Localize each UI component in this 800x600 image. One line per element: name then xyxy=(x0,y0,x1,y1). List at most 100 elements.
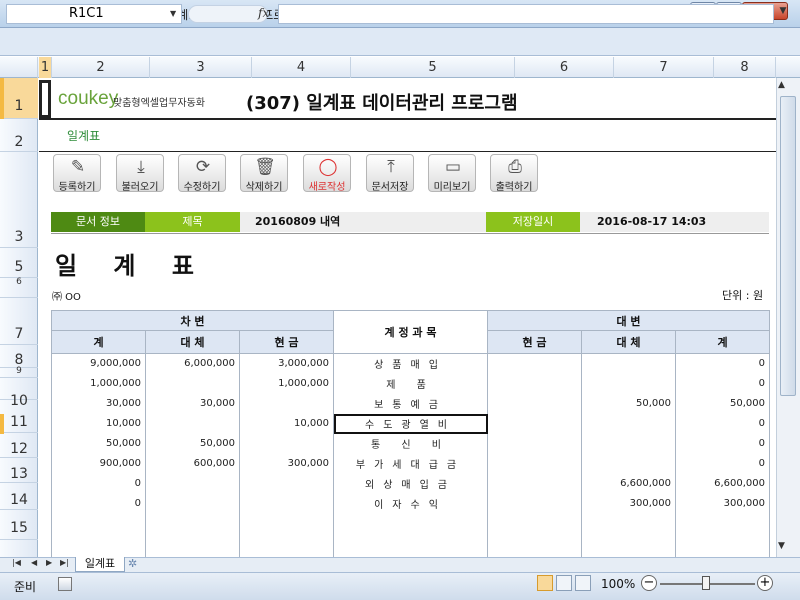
name-box[interactable]: R1C1 xyxy=(6,4,182,24)
scroll-down-icon[interactable]: ▼ xyxy=(778,541,785,551)
credit-cash-cell[interactable] xyxy=(487,353,582,374)
credit-cash-cell[interactable] xyxy=(487,453,582,474)
column-header[interactable]: 2 xyxy=(52,57,150,78)
credit-total-cell[interactable]: 300,000 xyxy=(675,493,770,514)
debit-cash-cell[interactable] xyxy=(239,433,334,454)
formula-input[interactable] xyxy=(278,4,774,24)
account-cell[interactable]: 상품매입 xyxy=(333,353,488,374)
debit-transfer-cell[interactable]: 6,000,000 xyxy=(145,353,240,374)
page-break-view-button[interactable] xyxy=(575,575,591,591)
debit-total-cell[interactable]: 9,000,000 xyxy=(51,353,146,374)
account-cell[interactable]: 제 품 xyxy=(333,373,488,394)
credit-total-cell[interactable]: 0 xyxy=(675,413,770,434)
credit-transfer-cell[interactable]: 50,000 xyxy=(581,393,676,414)
debit-total-cell[interactable]: 50,000 xyxy=(51,433,146,454)
credit-cash-cell[interactable] xyxy=(487,493,582,514)
sheet-tab-active[interactable]: 일계표 xyxy=(75,557,125,572)
scroll-up-icon[interactable]: ▲ xyxy=(778,80,785,90)
column-header[interactable]: 4 xyxy=(252,57,351,78)
debit-cash-cell[interactable] xyxy=(239,473,334,494)
credit-cash-cell[interactable] xyxy=(487,393,582,414)
credit-cash-cell[interactable] xyxy=(487,373,582,394)
horizontal-scrollbar[interactable] xyxy=(150,558,776,571)
empty-cell[interactable] xyxy=(675,513,770,557)
row-header[interactable]: 6 xyxy=(0,278,38,298)
zoom-in-button[interactable]: + xyxy=(757,575,773,591)
debit-total-cell[interactable]: 30,000 xyxy=(51,393,146,414)
debit-transfer-cell[interactable] xyxy=(145,413,240,434)
row-header[interactable]: 10 xyxy=(0,378,38,409)
prev-sheet-icon[interactable]: ◀ xyxy=(31,558,37,567)
empty-cell[interactable] xyxy=(239,513,334,557)
select-all-corner[interactable] xyxy=(0,57,38,78)
row-header[interactable]: 14 xyxy=(0,483,38,510)
debit-total-cell[interactable]: 900,000 xyxy=(51,453,146,474)
column-header[interactable]: 5 xyxy=(351,57,515,78)
column-header[interactable]: 1 xyxy=(39,57,52,78)
column-header[interactable]: 3 xyxy=(150,57,252,78)
column-header[interactable]: 7 xyxy=(614,57,714,78)
empty-cell[interactable] xyxy=(51,513,146,557)
credit-cash-cell[interactable] xyxy=(487,413,582,434)
first-sheet-icon[interactable]: |◀ xyxy=(12,558,21,567)
page-layout-view-button[interactable] xyxy=(556,575,572,591)
zoom-level[interactable]: 100% xyxy=(601,577,635,591)
subject-value[interactable]: 20160809 내역 xyxy=(255,212,340,232)
debit-cash-cell[interactable] xyxy=(239,493,334,514)
zoom-slider-thumb[interactable] xyxy=(702,576,710,590)
saved-at-value[interactable]: 2016-08-17 14:03 xyxy=(597,212,706,232)
account-cell[interactable]: 부가세대급금 xyxy=(333,453,488,474)
debit-transfer-cell[interactable]: 50,000 xyxy=(145,433,240,454)
empty-cell[interactable] xyxy=(487,513,582,557)
debit-cash-cell[interactable]: 3,000,000 xyxy=(239,353,334,374)
credit-transfer-cell[interactable] xyxy=(581,433,676,454)
credit-total-cell[interactable]: 0 xyxy=(675,453,770,474)
credit-transfer-cell[interactable]: 300,000 xyxy=(581,493,676,514)
row-header[interactable]: 1 xyxy=(0,78,38,119)
credit-total-cell[interactable]: 0 xyxy=(675,373,770,394)
debit-total-cell[interactable]: 0 xyxy=(51,473,146,494)
expand-formula-icon[interactable]: ▼ xyxy=(776,6,790,22)
company-name[interactable]: ㈜ OO xyxy=(52,288,81,303)
account-cell[interactable]: 수도광열비 xyxy=(333,413,488,434)
empty-cell[interactable] xyxy=(581,513,676,557)
insert-sheet-icon[interactable]: ✲ xyxy=(128,557,137,570)
credit-transfer-cell[interactable]: 6,600,000 xyxy=(581,473,676,494)
row-header[interactable]: 2 xyxy=(0,119,38,152)
row-header[interactable]: 12 xyxy=(0,433,38,458)
credit-transfer-cell[interactable] xyxy=(581,353,676,374)
debit-cash-cell[interactable]: 10,000 xyxy=(239,413,334,434)
insert-function-icon[interactable]: fx xyxy=(258,6,269,20)
debit-cash-cell[interactable]: 1,000,000 xyxy=(239,373,334,394)
debit-total-cell[interactable]: 10,000 xyxy=(51,413,146,434)
credit-total-cell[interactable]: 50,000 xyxy=(675,393,770,414)
credit-total-cell[interactable]: 0 xyxy=(675,433,770,454)
debit-transfer-cell[interactable]: 30,000 xyxy=(145,393,240,414)
credit-total-cell[interactable]: 6,600,000 xyxy=(675,473,770,494)
row-header[interactable]: 11 xyxy=(0,400,38,433)
chevron-down-icon[interactable]: ▼ xyxy=(170,9,176,18)
credit-total-cell[interactable]: 0 xyxy=(675,353,770,374)
account-cell[interactable]: 보통예금 xyxy=(333,393,488,414)
column-header[interactable]: 6 xyxy=(515,57,614,78)
zoom-out-button[interactable]: − xyxy=(641,575,657,591)
credit-cash-cell[interactable] xyxy=(487,433,582,454)
credit-transfer-cell[interactable] xyxy=(581,413,676,434)
row-header[interactable]: 7 xyxy=(0,298,38,345)
row-header[interactable]: 3 xyxy=(0,152,38,248)
debit-transfer-cell[interactable] xyxy=(145,473,240,494)
debit-transfer-cell[interactable] xyxy=(145,493,240,514)
debit-cash-cell[interactable]: 300,000 xyxy=(239,453,334,474)
empty-cell[interactable] xyxy=(333,513,488,557)
account-cell[interactable]: 통 신 비 xyxy=(333,433,488,454)
macro-record-icon[interactable] xyxy=(58,577,72,591)
debit-transfer-cell[interactable] xyxy=(145,373,240,394)
account-cell[interactable]: 외상매입금 xyxy=(333,473,488,494)
row-header[interactable]: 9 xyxy=(0,367,38,378)
vertical-scroll-thumb[interactable] xyxy=(780,96,796,396)
worksheet[interactable]: coukey 맞춤형엑셀업무자동화 (307) 일계표 데이터관리 프로그램 일… xyxy=(39,78,776,557)
debit-total-cell[interactable]: 0 xyxy=(51,493,146,514)
row-header[interactable]: 8 xyxy=(0,345,38,368)
debit-total-cell[interactable]: 1,000,000 xyxy=(51,373,146,394)
normal-view-button[interactable] xyxy=(537,575,553,591)
